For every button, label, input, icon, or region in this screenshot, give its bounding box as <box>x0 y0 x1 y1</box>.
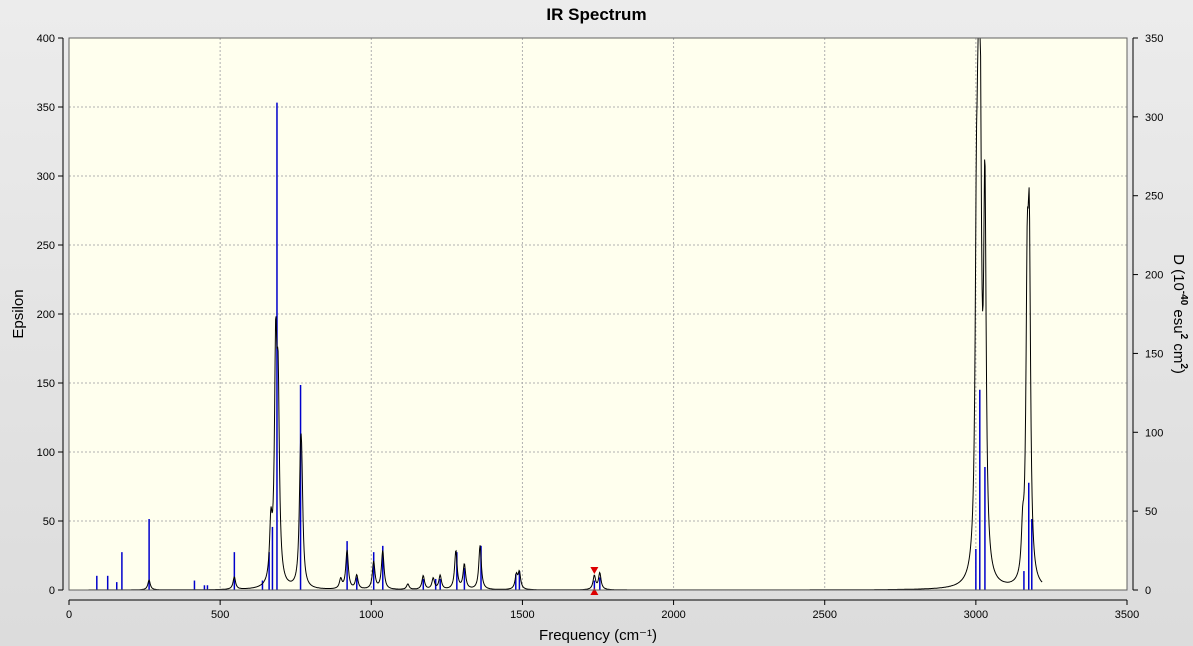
y2-axis-label: D (10-40 esu2 cm2) <box>1170 254 1189 374</box>
y-tick-label: 50 <box>43 516 55 528</box>
x-tick-label: 500 <box>211 609 229 621</box>
ir-spectrum-chart[interactable]: 0 500 1000 1500 2000 2500 3000 3500050100150200… <box>0 0 1193 646</box>
y2-tick-label: 300 <box>1145 112 1163 124</box>
y2-tick-label: 150 <box>1145 348 1163 360</box>
x-tick-label: 3500 <box>1115 609 1139 621</box>
y-tick-label: 150 <box>37 378 55 390</box>
y2-tick-label: 200 <box>1145 270 1163 282</box>
x-tick-label: 1000 <box>359 609 383 621</box>
y-tick-label: 400 <box>37 33 55 45</box>
x-tick-label: 1500 <box>510 609 534 621</box>
y2-tick-label: 0 <box>1145 585 1151 597</box>
x-axis-label: Frequency (cm⁻¹) <box>539 627 657 644</box>
x-tick-label: 2000 <box>661 609 685 621</box>
y-tick-label: 200 <box>37 309 55 321</box>
y-tick-label: 350 <box>37 102 55 114</box>
y2-tick-label: 100 <box>1145 427 1163 439</box>
y2-tick-label: 350 <box>1145 33 1163 45</box>
y-tick-label: 100 <box>37 447 55 459</box>
y-tick-label: 0 <box>49 585 55 597</box>
y2-tick-label: 50 <box>1145 506 1157 518</box>
y-tick-label: 250 <box>37 240 55 252</box>
y-axis-label: Epsilon <box>10 289 27 338</box>
y-tick-label: 300 <box>37 171 55 183</box>
x-tick-label: 2500 <box>812 609 836 621</box>
ir-spectrum-window: IR Spectrum 0 500 1000 1500 2000 2500 3000 3500… <box>0 0 1193 646</box>
y2-tick-label: 250 <box>1145 191 1163 203</box>
x-tick-label: 3000 <box>964 609 988 621</box>
x-tick-label: 0 <box>66 609 72 621</box>
